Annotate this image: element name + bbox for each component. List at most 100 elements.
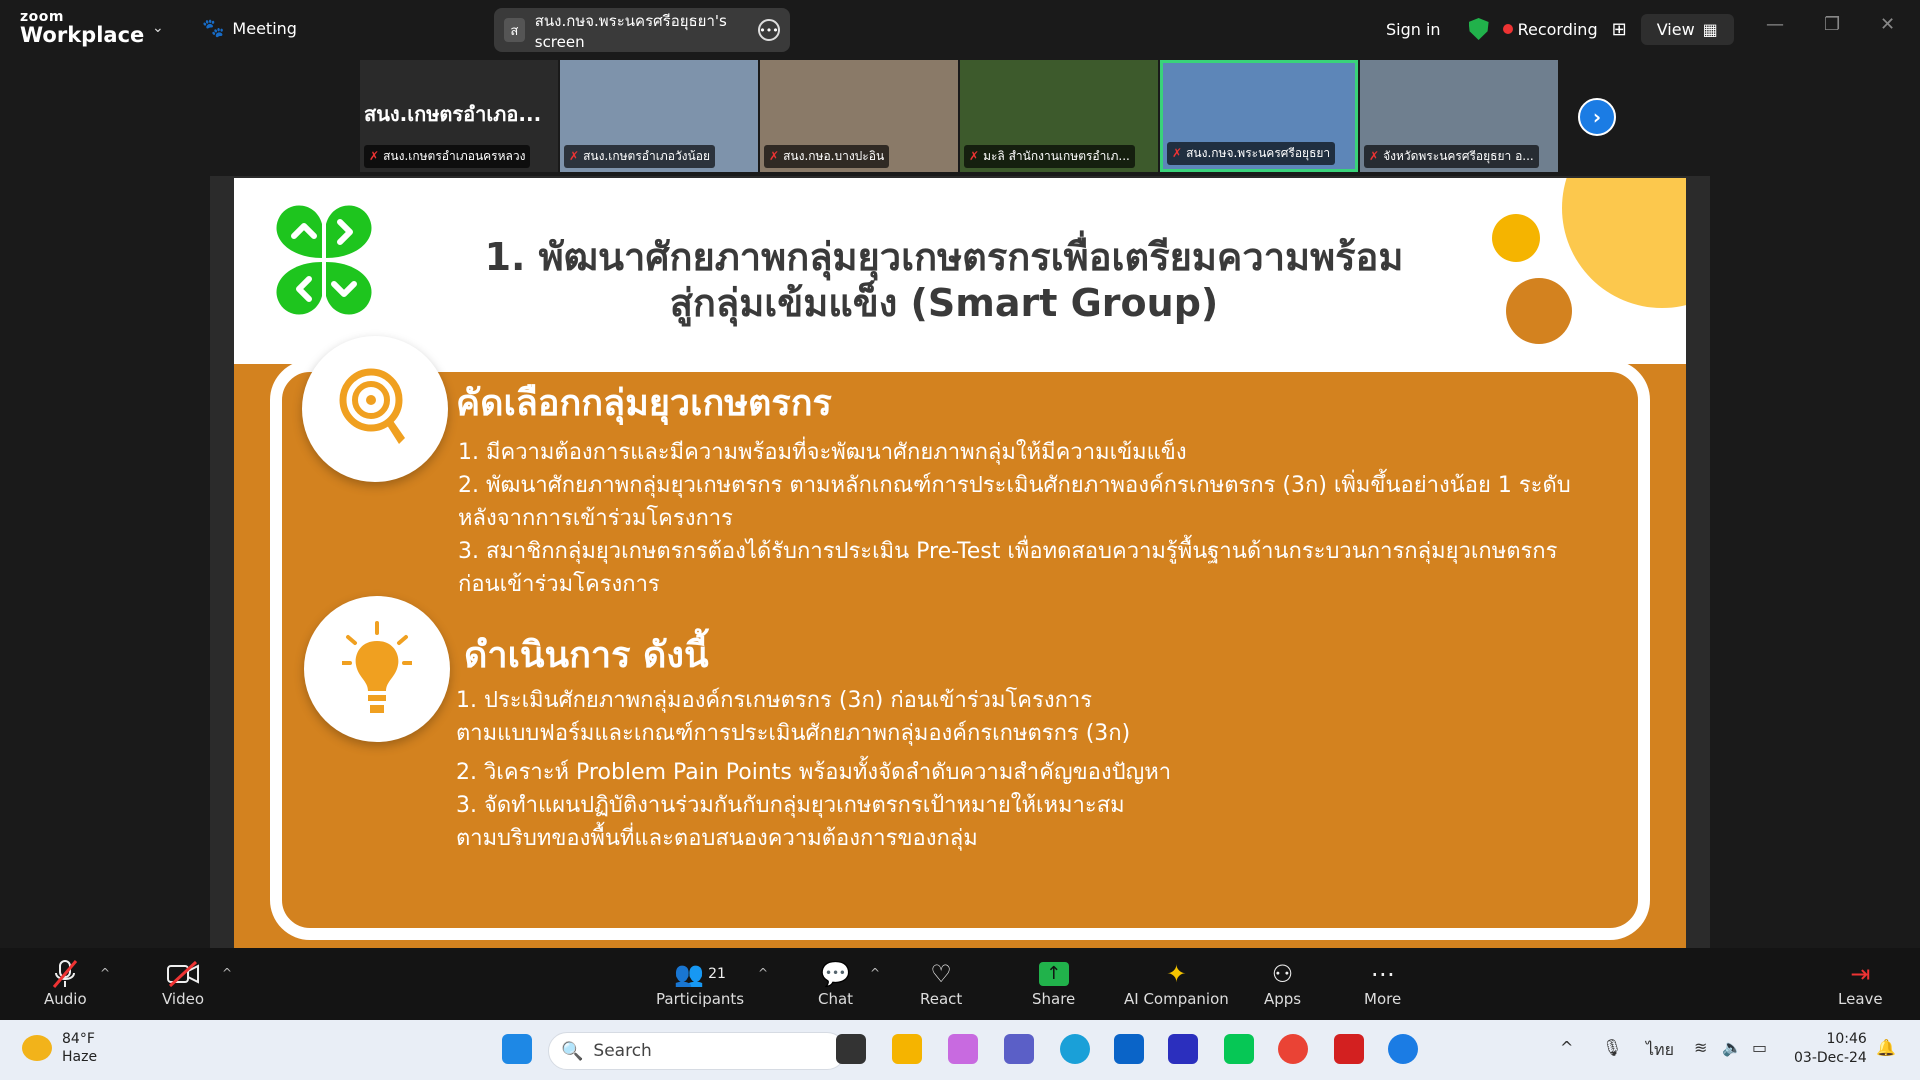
title-bar: zoom Workplace ⌄ 🐾 Meeting ส สนง.กษจ.พระ… — [0, 0, 1920, 58]
chat-options-caret[interactable]: ^ — [870, 966, 880, 980]
list-item: 1. มีความต้องการและมีความพร้อมที่จะพัฒนา… — [458, 440, 1187, 465]
teams-icon[interactable] — [1004, 1034, 1034, 1064]
close-icon[interactable]: ✕ — [1880, 14, 1895, 35]
list-item: ตามแบบฟอร์มและเกณฑ์การประเมินศักยภาพกลุ่… — [456, 721, 1131, 746]
line-icon[interactable] — [1224, 1034, 1254, 1064]
outlook-icon[interactable] — [1114, 1034, 1144, 1064]
zoom-app-icon[interactable] — [1388, 1034, 1418, 1064]
search-icon: 🔍 — [561, 1040, 584, 1062]
mic-muted-icon: ✗ — [1369, 149, 1380, 163]
react-button[interactable]: ♡ React — [920, 958, 962, 1008]
list-item: 2. พัฒนาศักยภาพกลุ่มยุวเกษตรกร ตามหลักเก… — [458, 473, 1571, 498]
taskbar-search[interactable]: 🔍 Search — [548, 1032, 846, 1070]
participants-button[interactable]: 👥 21 Participants — [656, 958, 744, 1008]
mic-muted-icon: ✗ — [1172, 146, 1183, 160]
chevron-down-icon[interactable]: ⌄ — [152, 20, 164, 36]
sharer-avatar: ส — [504, 18, 525, 42]
share-button[interactable]: ↑ Share — [1032, 958, 1075, 1008]
view-grid-icon: ▦ — [1702, 19, 1718, 39]
chat-button[interactable]: 💬 Chat — [818, 958, 853, 1008]
acrobat-icon[interactable] — [1334, 1034, 1364, 1064]
participants-count: 21 — [708, 966, 726, 982]
edge-icon[interactable] — [1060, 1034, 1090, 1064]
list-item: ก่อนเข้าร่วมโครงการ — [458, 572, 660, 597]
mic-muted-icon: ✗ — [969, 149, 980, 163]
target-search-icon — [302, 336, 448, 482]
next-page-button[interactable]: › — [1578, 98, 1616, 136]
mic-muted-icon: ✗ — [769, 149, 780, 163]
notification-bell-icon[interactable]: 🔔 — [1876, 1038, 1896, 1057]
participant-tile[interactable]: ✗ สนง.กษอ.บางปะอิน — [760, 60, 958, 172]
volume-icon[interactable]: 🔈 — [1722, 1038, 1742, 1057]
gallery-grid-icon[interactable]: ⊞ — [1612, 19, 1627, 40]
leave-button[interactable]: ⇥ Leave — [1838, 958, 1883, 1008]
recording-indicator[interactable]: Recording — [1502, 20, 1598, 39]
decor-circle — [1562, 178, 1686, 308]
windows-taskbar: 84°F Haze 🔍 Search ^ 🎙 ไทย ≋ 🔈 ▭ 10:46 0… — [0, 1020, 1920, 1080]
video-options-caret[interactable]: ^ — [222, 966, 232, 980]
four-h-clover-icon — [276, 205, 372, 315]
audio-options-caret[interactable]: ^ — [100, 966, 110, 980]
video-button[interactable]: Video — [162, 958, 204, 1008]
wifi-icon[interactable]: ≋ — [1694, 1038, 1707, 1057]
slide-title: 1. พัฒนาศักยภาพกลุ่มยุวเกษตรกรเพื่อเตรีย… — [484, 235, 1404, 325]
section2-heading: ดำเนินการ ดังนี้ — [464, 635, 709, 676]
view-button[interactable]: View ▦ — [1640, 13, 1734, 45]
file-explorer-icon[interactable] — [892, 1034, 922, 1064]
more-icon: ⋯ — [1370, 960, 1395, 988]
sparkle-icon: ✦ — [1166, 960, 1187, 988]
participant-tile[interactable]: ✗ สนง.กษจ.พระนครศรีอยุธยา — [1160, 60, 1358, 172]
encryption-shield-icon[interactable] — [1468, 18, 1489, 40]
microphone-icon[interactable]: 🎙 — [1602, 1038, 1622, 1057]
copilot-icon[interactable] — [948, 1034, 978, 1064]
list-item: 2. วิเคราะห์ Problem Pain Points พร้อมทั… — [456, 760, 1172, 785]
participant-strip: สนง.เกษตรอำเภอ... ✗ สนง.เกษตรอำเภอนครหลวง ✗… — [360, 60, 1558, 172]
participant-name-label: ✗ สนง.เกษตรอำเภอวังน้อย — [564, 145, 715, 168]
apps-button[interactable]: ⚇ Apps — [1264, 958, 1301, 1008]
tray-overflow-icon[interactable]: ^ — [1560, 1038, 1573, 1057]
shared-slide: 1. พัฒนาศักยภาพกลุ่มยุวเกษตรกรเพื่อเตรีย… — [234, 178, 1686, 948]
app-icon[interactable] — [1168, 1034, 1198, 1064]
ai-companion-button[interactable]: ✦ AI Companion — [1124, 958, 1229, 1008]
screen-share-indicator[interactable]: ส สนง.กษจ.พระนครศรีอยุธยา's screen ••• — [494, 8, 790, 52]
sign-in-button[interactable]: Sign in — [1372, 14, 1455, 45]
participant-name-label: ✗ สนง.กษจ.พระนครศรีอยุธยา — [1167, 142, 1336, 165]
list-item: 3. สมาชิกกลุ่มยุวเกษตรกรต้องได้รับการประ… — [458, 539, 1558, 564]
participant-name-label: ✗ มะลิ สำนักงานเกษตรอำเภ... — [964, 145, 1135, 168]
more-button[interactable]: ⋯ More — [1364, 958, 1401, 1008]
decor-circle — [1492, 214, 1540, 262]
minimize-icon[interactable]: — — [1766, 14, 1784, 35]
section2-list: 1. ประเมินศักยภาพกลุ่มองค์กรเกษตรกร (3ก)… — [456, 684, 1171, 855]
battery-icon[interactable]: ▭ — [1752, 1038, 1767, 1057]
zoom-logo: zoom Workplace — [20, 9, 145, 47]
decor-circle — [1506, 278, 1572, 344]
task-view-icon[interactable] — [836, 1034, 866, 1064]
list-item: หลังจากการเข้าร่วมโครงการ — [458, 506, 733, 531]
mic-muted-icon — [51, 958, 79, 990]
apps-icon: ⚇ — [1271, 960, 1294, 988]
meeting-info-button[interactable]: 🐾 Meeting — [202, 18, 297, 39]
participant-tile[interactable]: สนง.เกษตรอำเภอ... ✗ สนง.เกษตรอำเภอนครหลวง — [360, 60, 558, 172]
mic-muted-icon: ✗ — [569, 149, 580, 163]
windows-start-icon[interactable] — [502, 1034, 532, 1064]
weather-widget[interactable]: 84°F Haze — [22, 1030, 97, 1066]
meeting-toolbar: Audio ^ Video ^ 👥 21 Participants ^ 💬 Cha… — [0, 948, 1920, 1020]
system-clock[interactable]: 10:46 03-Dec-24 — [1794, 1030, 1867, 1068]
video-off-icon — [166, 958, 200, 990]
audio-button[interactable]: Audio — [44, 958, 87, 1008]
participant-tile[interactable]: ✗ มะลิ สำนักงานเกษตรอำเภ... — [960, 60, 1158, 172]
section1-heading: คัดเลือกกลุ่มยุวเกษตรกร — [456, 383, 832, 424]
participant-tile[interactable]: ✗ สนง.เกษตรอำเภอวังน้อย — [560, 60, 758, 172]
more-options-icon[interactable]: ••• — [758, 19, 780, 41]
participant-display-name: สนง.เกษตรอำเภอ... — [364, 102, 542, 126]
haze-weather-icon — [22, 1035, 52, 1061]
restore-icon[interactable]: ❐ — [1824, 14, 1840, 35]
chrome-icon[interactable] — [1278, 1034, 1308, 1064]
input-language[interactable]: ไทย — [1646, 1038, 1674, 1063]
leave-icon: ⇥ — [1850, 960, 1871, 988]
record-dot-icon — [1502, 24, 1513, 34]
participant-tile[interactable]: ✗ จังหวัดพระนครศรีอยุธยา อ... — [1360, 60, 1558, 172]
list-item: 3. จัดทำแผนปฏิบัติงานร่วมกันกับกลุ่มยุวเ… — [456, 793, 1125, 818]
heart-icon: ♡ — [930, 960, 952, 988]
participants-options-caret[interactable]: ^ — [758, 966, 768, 980]
